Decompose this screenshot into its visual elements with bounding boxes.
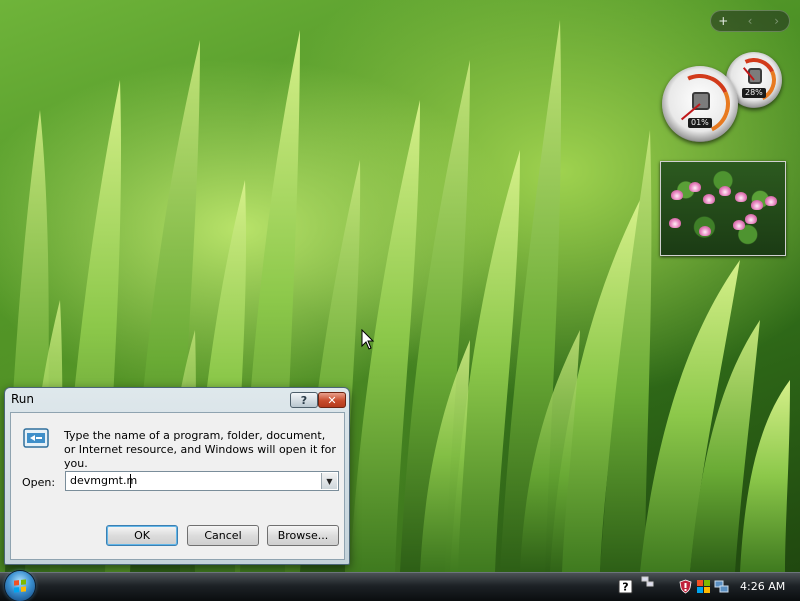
- open-input-text[interactable]: devmgmt.m: [70, 474, 137, 487]
- start-button[interactable]: [5, 571, 35, 601]
- cpu-meter-gadget[interactable]: 28% 01%: [660, 51, 790, 147]
- browse-button[interactable]: Browse...: [267, 525, 339, 546]
- slideshow-gadget[interactable]: [660, 161, 786, 256]
- lotus-flower: [751, 200, 763, 210]
- run-client-area: Type the name of a program, folder, docu…: [10, 412, 345, 560]
- cpu-readout: 01%: [688, 118, 712, 128]
- run-program-icon: [23, 428, 49, 448]
- memory-readout: 28%: [742, 88, 766, 98]
- cancel-button[interactable]: Cancel: [187, 525, 259, 546]
- lotus-flower: [671, 190, 683, 200]
- help-icon[interactable]: ?: [618, 579, 633, 594]
- network-status-icon[interactable]: [714, 579, 729, 594]
- lotus-flower: [689, 182, 701, 192]
- run-description: Type the name of a program, folder, docu…: [64, 429, 336, 470]
- sidebar-gadget-controls: + ‹ ›: [710, 10, 790, 32]
- lotus-flower: [699, 226, 711, 236]
- security-icon[interactable]: [678, 579, 693, 594]
- add-gadget-button[interactable]: +: [712, 14, 734, 28]
- system-clock[interactable]: 4:26 AM: [740, 580, 785, 593]
- open-combobox[interactable]: devmgmt.m ▼: [65, 471, 339, 491]
- run-dialog: Run ? ✕ Type the name of a program, fold…: [4, 387, 350, 565]
- windows-logo-icon: [14, 579, 26, 593]
- svg-text:?: ?: [622, 581, 628, 594]
- lotus-flower: [703, 194, 715, 204]
- run-title: Run: [11, 392, 35, 406]
- open-label: Open:: [22, 476, 56, 489]
- lotus-flower: [733, 220, 745, 230]
- lotus-flower: [719, 186, 731, 196]
- network-icon[interactable]: [640, 575, 655, 590]
- next-page-button[interactable]: ›: [766, 14, 788, 28]
- windows-update-icon[interactable]: [696, 579, 711, 594]
- lotus-flower: [669, 218, 681, 228]
- dropdown-arrow-icon[interactable]: ▼: [321, 473, 337, 489]
- close-button[interactable]: ✕: [318, 392, 346, 408]
- cpu-dial: 01%: [661, 65, 739, 143]
- previous-page-button[interactable]: ‹: [739, 14, 761, 28]
- lotus-flower: [765, 196, 777, 206]
- ok-button[interactable]: OK: [106, 525, 178, 546]
- text-caret: [130, 474, 131, 488]
- lotus-flower: [735, 192, 747, 202]
- mouse-pointer-icon: [361, 329, 375, 350]
- notification-area: ? 4:26 AM: [610, 573, 800, 601]
- taskbar: ? 4:26 AM: [0, 571, 800, 601]
- run-title-bar[interactable]: Run ? ✕: [5, 388, 349, 410]
- lotus-flower: [745, 214, 757, 224]
- help-button[interactable]: ?: [290, 392, 318, 408]
